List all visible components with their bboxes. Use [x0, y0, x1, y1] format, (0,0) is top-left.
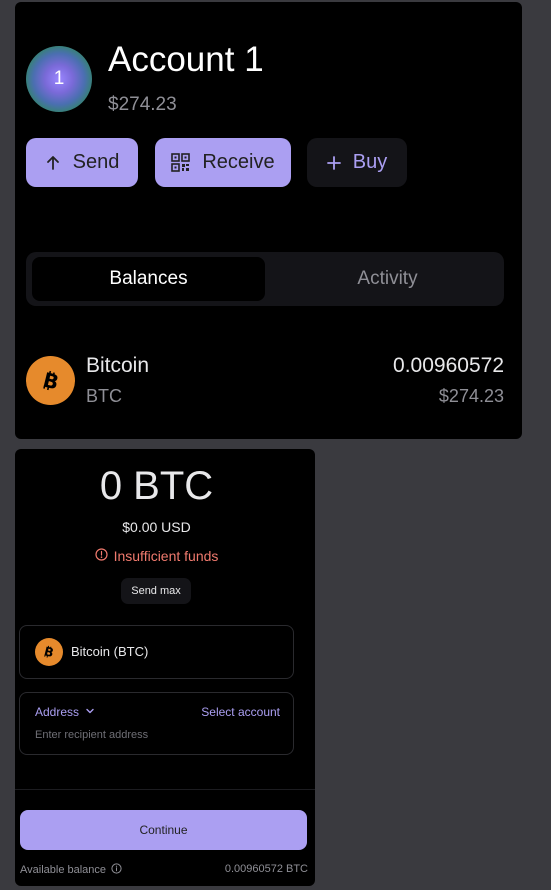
available-balance-label: Available balance	[20, 863, 122, 877]
available-balance-text: Available balance	[20, 864, 107, 876]
receive-button-label: Receive	[202, 151, 275, 173]
send-max-button[interactable]: Send max	[121, 578, 191, 604]
footer-divider	[15, 789, 315, 790]
holding-symbol: BTC	[86, 386, 122, 406]
holding-amount: 0.00960572	[393, 354, 504, 377]
address-label: Address	[35, 705, 80, 719]
recipient-address-input[interactable]	[35, 726, 275, 744]
tab-bar: Balances Activity	[26, 252, 504, 306]
holding-name[interactable]: Bitcoin	[86, 354, 149, 378]
tab-balances[interactable]: Balances	[32, 257, 265, 301]
plus-icon	[326, 155, 341, 170]
send-amount-usd: $0.00 USD	[122, 519, 191, 535]
holding-value: $274.23	[438, 386, 504, 406]
account-name: Account 1	[108, 40, 264, 79]
buy-button-label: Buy	[352, 151, 388, 173]
account-avatar[interactable]: 1	[26, 46, 92, 112]
send-button-label: Send	[72, 151, 120, 173]
qr-code-icon	[171, 153, 191, 172]
continue-button[interactable]: Continue	[20, 810, 307, 850]
available-balance-value: 0.00960572 BTC	[224, 863, 308, 875]
select-account-link[interactable]: Select account	[201, 705, 280, 719]
send-panel: 0 BTC $0.00 USD Insufficient funds Send …	[15, 449, 315, 886]
avatar-label: 1	[53, 68, 65, 89]
account-panel: 1 Account 1 $274.23 Send Receive Buy Bal…	[15, 2, 522, 439]
address-type-dropdown[interactable]: Address	[35, 705, 95, 719]
receive-button[interactable]: Receive	[155, 138, 291, 187]
token-label: Bitcoin (BTC)	[71, 644, 149, 659]
send-amount[interactable]: 0 BTC	[15, 464, 298, 509]
warning-icon	[94, 548, 108, 564]
svg-text:B: B	[43, 644, 55, 660]
warning-text: Insufficient funds	[113, 548, 219, 564]
account-balance: $274.23	[108, 94, 177, 115]
buy-button[interactable]: Buy	[307, 138, 407, 187]
chevron-down-icon	[85, 705, 95, 719]
info-icon[interactable]	[111, 863, 122, 877]
bitcoin-icon: B	[35, 638, 63, 666]
send-button[interactable]: Send	[26, 138, 138, 187]
token-selector[interactable]: B Bitcoin (BTC)	[19, 625, 294, 679]
bitcoin-icon: B	[26, 356, 75, 405]
arrow-up-icon	[45, 155, 61, 171]
tab-activity[interactable]: Activity	[271, 257, 504, 301]
insufficient-funds-warning: Insufficient funds	[15, 548, 298, 564]
address-field-group: Address Select account	[19, 692, 294, 755]
